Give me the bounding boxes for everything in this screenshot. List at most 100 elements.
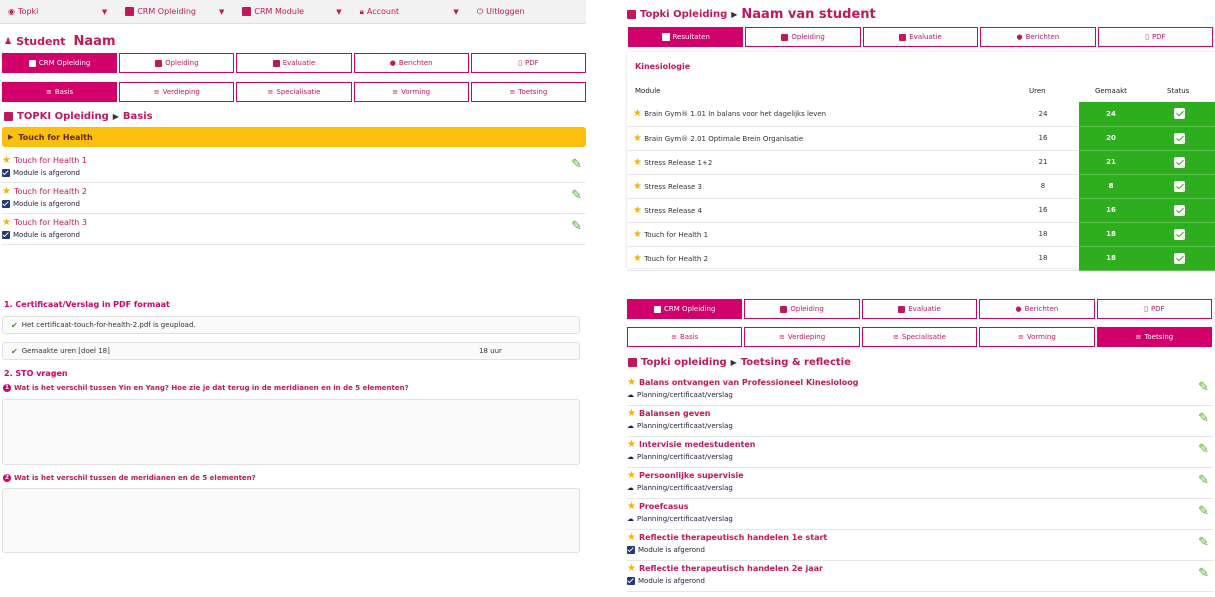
- check-icon: [1173, 108, 1185, 120]
- edit-icon[interactable]: ✎: [571, 157, 582, 172]
- cloud-icon: ☁: [627, 422, 634, 430]
- sub-tabs: ≡ Basis ≡ Verdieping ≡ Specialisatie ≡ Vormi…: [2, 82, 587, 102]
- answer-1-textarea[interactable]: [2, 399, 580, 465]
- edit-icon[interactable]: ✎: [571, 188, 582, 203]
- section-bar[interactable]: ▶ Touch for Health: [2, 127, 586, 147]
- checkbox-icon: [2, 231, 10, 239]
- star-icon: ★: [627, 532, 636, 543]
- chevron-down-icon: ▼: [101, 7, 108, 16]
- book-icon: [627, 10, 636, 19]
- tab-opleiding[interactable]: Opleiding: [745, 27, 861, 47]
- tab-berichten[interactable]: ● Berichten: [353, 53, 469, 73]
- sto-heading: 2. STO vragen: [4, 369, 68, 378]
- results-breadcrumb: Topki Opleiding ▶ Naam van student: [627, 7, 876, 22]
- tab-toetsing[interactable]: ≡ Toetsing: [1096, 327, 1213, 347]
- tab-evaluatie[interactable]: Evaluatie: [236, 53, 352, 73]
- tab-specialisatie[interactable]: ≡ Specialisatie: [236, 82, 352, 102]
- tab-vorming[interactable]: ≡ Vorming: [979, 327, 1095, 347]
- tab-verdieping[interactable]: ≡ Verdieping: [119, 82, 235, 102]
- tab-resultaten[interactable]: Resultaten: [628, 27, 744, 47]
- cloud-icon: ☁: [627, 515, 634, 523]
- edit-icon[interactable]: ✎: [571, 219, 582, 234]
- cloud-icon: ☁: [627, 453, 634, 461]
- check-icon: ✔: [11, 320, 18, 330]
- chevron-down-icon: ▼: [336, 7, 342, 16]
- list-item: ★ Intervisie medestudenten ☁ Planning/cert…: [627, 437, 1213, 468]
- list-item: ★ Reflectie therapeutisch handelen 1e sta…: [627, 530, 1213, 561]
- star-icon: ★: [633, 228, 642, 240]
- checkbox-icon: [898, 305, 906, 313]
- star-icon: ★: [627, 377, 636, 388]
- star-icon: ★: [627, 501, 636, 512]
- tab-berichten[interactable]: ● Berichten: [979, 299, 1095, 319]
- checkbox-icon: [2, 200, 10, 208]
- tab-opleiding[interactable]: Opleiding: [744, 299, 860, 319]
- tab-crm-opleiding[interactable]: CRM Opleiding: [627, 299, 743, 319]
- tab-pdf[interactable]: ▯ PDF: [470, 53, 587, 73]
- book-icon: [653, 305, 661, 313]
- list-item: ★ Touch for Health 1 Module is afgerond ✎: [2, 152, 586, 183]
- hours-row: ✔ Gemaakte uren [doel 18] 18 uur: [2, 342, 580, 360]
- edit-icon[interactable]: ✎: [1198, 380, 1209, 395]
- nav-account[interactable]: 🔒︎ Account ▼: [352, 0, 469, 24]
- book-icon: [4, 112, 13, 121]
- list-item: ★ Touch for Health 2 Module is afgerond ✎: [2, 183, 586, 214]
- chat-icon: ●: [389, 59, 396, 67]
- check-icon: [1173, 132, 1185, 144]
- tab-vorming[interactable]: ≡ Vorming: [353, 82, 469, 102]
- tab-pdf[interactable]: ▯ PDF: [1097, 27, 1214, 47]
- triangle-right-icon: ▶: [731, 10, 738, 19]
- tab-basis[interactable]: ≡ Basis: [2, 82, 118, 102]
- tab-verdieping[interactable]: ≡ Verdieping: [744, 327, 860, 347]
- table-row: ★ Stress Release 1+2 21 21: [627, 150, 1215, 175]
- chat-icon: ●: [1015, 305, 1022, 313]
- tab-berichten[interactable]: ● Berichten: [980, 27, 1096, 47]
- chat-icon: ●: [1016, 33, 1023, 41]
- question-1: 1 Wat is het verschil tussen Yin en Yang…: [3, 384, 409, 392]
- results-table: ★ Brain Gym® 1.01 In balans voor het dag…: [627, 102, 1215, 271]
- tab-pdf[interactable]: ▯ PDF: [1096, 299, 1213, 319]
- star-icon: ★: [627, 470, 636, 481]
- tab-evaluatie[interactable]: Evaluatie: [861, 299, 978, 319]
- module-list: ★ Touch for Health 1 Module is afgerond ✎…: [2, 152, 586, 245]
- col-gemaakt: Gemaakt: [1095, 87, 1127, 95]
- file-icon: ▯: [1144, 305, 1148, 313]
- breadcrumb: TOPKI Opleiding ▶ Basis: [4, 111, 153, 122]
- list-icon: ≡: [779, 333, 785, 341]
- nav-uitloggen[interactable]: ⏻ Uitloggen: [469, 0, 586, 24]
- sub-tabs-2: ≡ Basis ≡ Verdieping ≡ Specialisatie ≡ Vormi…: [627, 327, 1213, 347]
- nav-crm-opleiding[interactable]: CRM Opleiding ▼: [117, 0, 234, 24]
- table-row: ★ Touch for Health 1 18 18: [627, 222, 1215, 247]
- location-icon: ◉: [8, 7, 15, 16]
- lock-icon: 🔒︎: [359, 6, 364, 16]
- star-icon: ★: [633, 156, 642, 168]
- tab-crm-opleiding[interactable]: CRM Opleiding: [2, 53, 118, 73]
- tab-toetsing[interactable]: ≡ Toetsing: [470, 82, 587, 102]
- user-icon: ♟: [4, 36, 13, 47]
- nav-crm-module[interactable]: CRM Module ▼: [234, 0, 351, 24]
- nav-topki[interactable]: ◉ Topki ▼: [0, 0, 117, 24]
- tab-evaluatie[interactable]: Evaluatie: [862, 27, 979, 47]
- tab-basis[interactable]: ≡ Basis: [627, 327, 743, 347]
- book-icon: [28, 59, 36, 67]
- edit-icon[interactable]: ✎: [1198, 473, 1209, 488]
- table-row: ★ Stress Release 4 16 16: [627, 198, 1215, 223]
- list-item: ★ Persoonlijke supervisie ☁ Planning/certi…: [627, 468, 1213, 499]
- list-icon: ≡: [1135, 333, 1142, 341]
- edit-icon[interactable]: ✎: [1198, 442, 1209, 457]
- star-icon: ★: [627, 563, 636, 574]
- edit-icon[interactable]: ✎: [1198, 411, 1209, 426]
- book-icon: [781, 33, 789, 41]
- list-icon: ≡: [1018, 333, 1024, 341]
- edit-icon[interactable]: ✎: [1198, 566, 1209, 581]
- table-row: ★ Stress Release 3 8 8: [627, 174, 1215, 199]
- main-tabs-2: CRM Opleiding Opleiding Evaluatie ● Beric…: [627, 299, 1213, 319]
- checkbox-icon: [661, 33, 670, 41]
- edit-icon[interactable]: ✎: [1198, 535, 1209, 550]
- tab-opleiding[interactable]: Opleiding: [119, 53, 235, 73]
- cert-status: ✔ Het certificaat-touch-for-health-2.pdf…: [2, 316, 580, 334]
- triangle-right-icon: ▶: [8, 133, 14, 141]
- answer-2-textarea[interactable]: [2, 488, 580, 553]
- tab-specialisatie[interactable]: ≡ Specialisatie: [861, 327, 978, 347]
- edit-icon[interactable]: ✎: [1198, 504, 1209, 519]
